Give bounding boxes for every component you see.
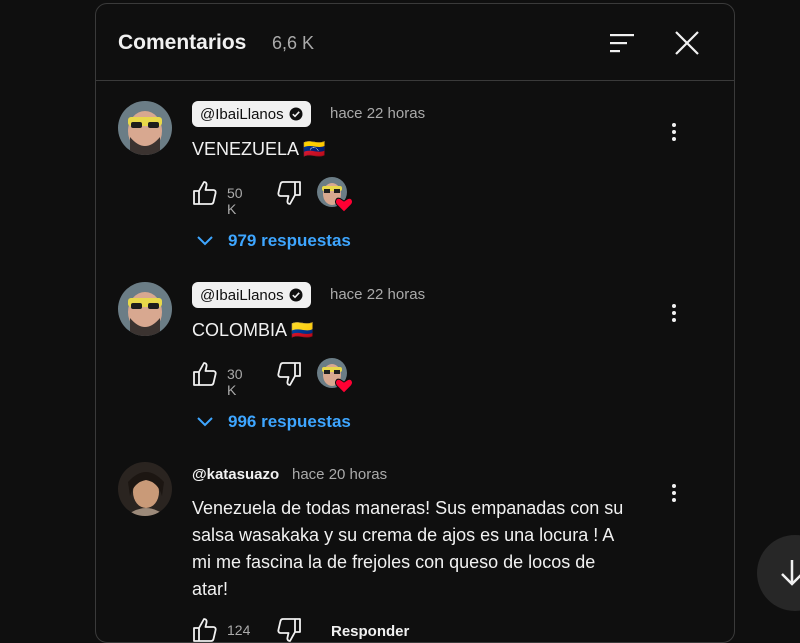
comment-time: hace 22 horas [330,286,426,303]
avatar[interactable] [118,101,172,155]
avatar[interactable] [118,282,172,336]
kebab-icon [672,304,676,308]
creator-heart-icon [317,358,353,394]
kebab-icon [672,484,676,488]
chevron-down-icon [197,236,213,246]
author-badge[interactable]: @IbaiLlanos [192,101,311,127]
replies-count: 979 respuestas [228,231,351,250]
comments-count: 6,6 K [272,33,315,53]
like-button[interactable] [188,176,222,210]
kebab-icon [672,123,676,127]
comments-title: Comentarios [118,31,247,54]
thumbs-down-icon [277,362,301,386]
close-button[interactable] [670,26,704,60]
comment-text: COLOMBIA 🇨🇴 [192,320,314,340]
sort-icon [610,34,634,53]
view-replies-button[interactable]: 996 respuestas [196,406,351,438]
thumbs-down-icon [277,181,301,205]
comments-panel: Comentarios 6,6 K @IbaiLlanos hace 22 ho… [95,3,735,643]
more-actions-button[interactable] [662,116,686,148]
like-count: 30 K [227,366,243,398]
thumbs-up-icon [193,362,217,386]
comment-time: hace 22 horas [330,105,426,122]
comment-text-line: Venezuela de todas maneras! Sus empanada… [192,498,624,518]
scroll-down-button[interactable] [757,535,800,611]
chevron-down-icon [197,417,213,427]
close-icon [675,31,699,55]
comments-header: Comentarios 6,6 K [96,4,734,81]
avatar[interactable] [118,462,172,516]
more-actions-button[interactable] [662,477,686,509]
thumbs-down-icon [277,618,301,642]
replies-count: 996 respuestas [228,412,351,431]
dislike-button[interactable] [272,613,306,642]
comment-text-line: salsa wasakaka y su crema de ajos es una… [192,525,615,545]
comment-text-line: atar! [192,579,229,599]
comment-text: Venezuela de todas maneras! Sus empanada… [192,495,623,603]
thumbs-up-icon [193,181,217,205]
dislike-button[interactable] [272,176,306,210]
comment-time: hace 20 horas [292,466,388,483]
verified-icon [289,107,303,121]
author-name: @IbaiLlanos [200,105,284,123]
view-replies-button[interactable]: 979 respuestas [196,225,351,257]
creator-heart-icon [317,177,353,213]
like-button[interactable] [188,357,222,391]
like-count: 124 [227,622,251,638]
author-badge[interactable]: @IbaiLlanos [192,282,311,308]
reply-button[interactable]: Responder [331,623,409,640]
verified-icon [289,288,303,302]
more-actions-button[interactable] [662,297,686,329]
dislike-button[interactable] [272,357,306,391]
like-button[interactable] [188,613,222,642]
comment-text: VENEZUELA 🇻🇪 [192,139,326,159]
comment-text-line: mi me fascina la de frejoles con queso d… [192,552,596,572]
like-count: 50 K [227,185,243,217]
thumbs-up-icon [193,618,217,642]
arrow-down-icon [781,560,800,586]
author-name: @IbaiLlanos [200,286,284,304]
author-name[interactable]: @katasuazo [192,466,279,483]
sort-button[interactable] [606,26,640,60]
